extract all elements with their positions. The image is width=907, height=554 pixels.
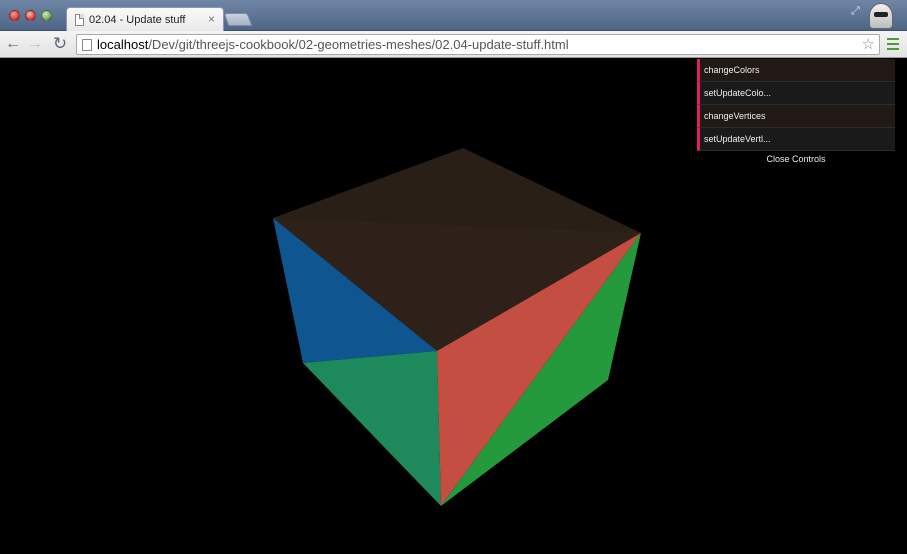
control-change-vertices[interactable]: changeVertices — [697, 105, 895, 128]
zoom-window-button[interactable] — [41, 10, 52, 21]
browser-toolbar: ← → ↻ localhost/Dev/git/threejs-cookbook… — [0, 31, 907, 58]
close-window-button[interactable] — [9, 10, 20, 21]
reload-icon[interactable]: ↻ — [51, 35, 69, 53]
menu-icon[interactable] — [887, 38, 899, 50]
control-set-update-vertices[interactable]: setUpdateVertl... — [697, 128, 895, 151]
page-icon — [75, 14, 84, 26]
forward-arrow-icon[interactable]: → — [26, 35, 44, 53]
page-icon — [82, 39, 92, 51]
browser-titlebar: 02.04 - Update stuff × ⤢ — [0, 0, 907, 32]
address-bar[interactable]: localhost/Dev/git/threejs-cookbook/02-ge… — [76, 34, 880, 55]
fullscreen-icon[interactable]: ⤢ — [851, 5, 860, 18]
close-controls-button[interactable]: Close Controls — [697, 151, 895, 167]
tab-title: 02.04 - Update stuff — [89, 14, 186, 26]
url-text[interactable]: localhost/Dev/git/threejs-cookbook/02-ge… — [97, 37, 569, 52]
profile-icon[interactable] — [869, 3, 893, 29]
url-path: /Dev/git/threejs-cookbook/02-geometries-… — [148, 37, 569, 52]
new-tab-button[interactable] — [223, 13, 253, 26]
bookmark-star-icon[interactable]: ☆ — [862, 35, 875, 53]
back-arrow-icon[interactable]: ← — [4, 35, 22, 53]
browser-tab[interactable]: 02.04 - Update stuff × — [66, 7, 224, 32]
controls-panel: changeColors setUpdateColo... changeVert… — [697, 59, 895, 167]
close-tab-icon[interactable]: × — [208, 12, 215, 26]
minimize-window-button[interactable] — [25, 10, 36, 21]
window-icons: ⤢ — [849, 3, 899, 29]
control-change-colors[interactable]: changeColors — [697, 59, 895, 82]
cube-front-face — [303, 351, 441, 506]
control-set-update-colors[interactable]: setUpdateColo... — [697, 82, 895, 105]
url-host: localhost — [97, 37, 149, 52]
